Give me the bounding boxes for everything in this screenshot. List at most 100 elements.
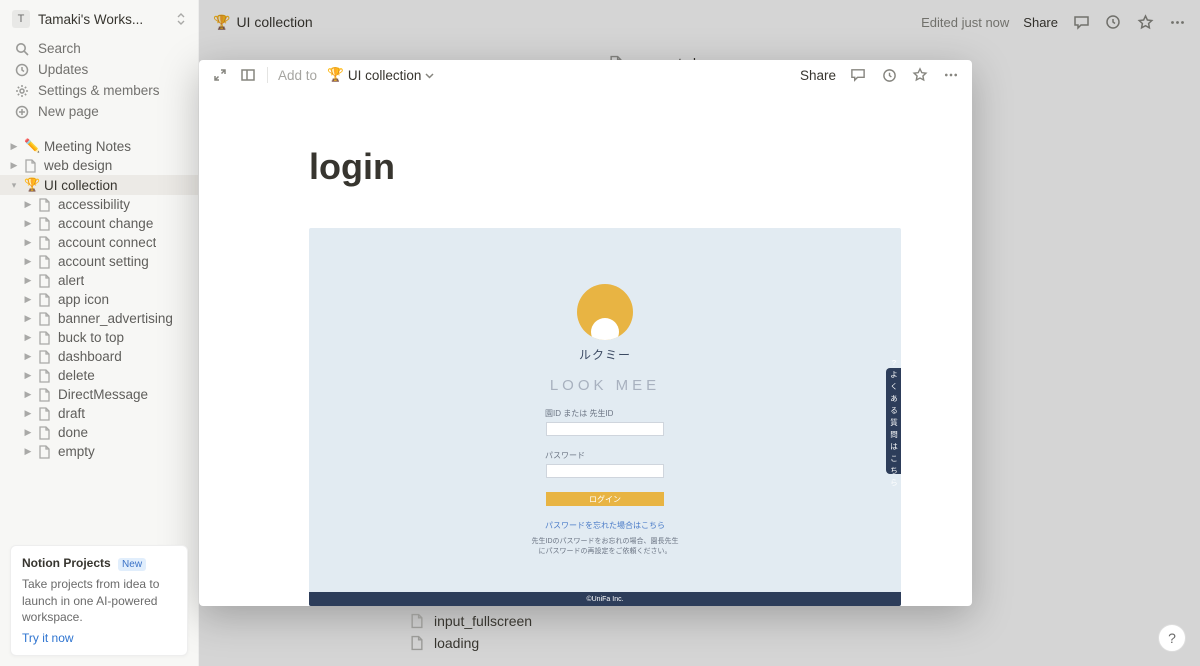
triangle-right-icon[interactable]: ▶ [22,351,34,362]
page-icon [38,255,54,269]
triangle-down-icon[interactable]: ▾ [8,180,20,191]
list-item[interactable]: input_fullscreen [410,610,532,632]
sidebar-updates-label: Updates [38,62,88,77]
tree-label: DirectMessage [58,387,148,402]
comment-icon[interactable] [849,66,867,84]
tree-item[interactable]: ▶ app icon [0,290,198,309]
tree-item[interactable]: ▶ buck to top [0,328,198,347]
forgot-password-link[interactable]: パスワードを忘れた場合はこちら [545,520,665,531]
modal-page-title[interactable]: login [309,146,972,188]
triangle-right-icon[interactable]: ▶ [22,256,34,267]
triangle-right-icon[interactable]: ▶ [8,141,20,152]
page-icon [38,445,54,459]
separator [267,67,268,83]
triangle-right-icon[interactable]: ▶ [22,389,34,400]
tree-item[interactable]: ▶ banner_advertising [0,309,198,328]
list-item[interactable]: loading [410,632,532,654]
tree-label: account connect [58,235,156,250]
list-label: loading [434,635,479,651]
page-icon [38,198,54,212]
tree-label: accessibility [58,197,130,212]
triangle-right-icon[interactable]: ▶ [22,199,34,210]
tree-item[interactable]: ▶ accessibility [0,195,198,214]
tree-item-ui-collection[interactable]: ▾ 🏆 UI collection [0,175,198,195]
destination-name: UI collection [348,68,422,83]
expand-icon[interactable] [211,66,229,84]
modal-share-button[interactable]: Share [800,68,836,83]
page-icon [38,293,54,307]
list-label: input_fullscreen [434,613,532,629]
star-icon[interactable] [911,66,929,84]
page-icon [38,369,54,383]
add-to-destination[interactable]: 🏆 UI collection [327,67,434,83]
page-icon [24,159,40,173]
clock-icon [14,63,30,77]
background-page-list-tail: input_fullscreen loading [410,610,532,654]
page-tree: ▶ ✏️ Meeting Notes ▶ web design ▾ 🏆 UI c… [0,136,198,461]
id-input[interactable] [546,422,664,436]
tree-label: Meeting Notes [44,139,131,154]
tree-item[interactable]: ▶ empty [0,442,198,461]
tree-label: dashboard [58,349,122,364]
tree-label: done [58,425,88,440]
tree-item-web-design[interactable]: ▶ web design [0,156,198,175]
workspace-avatar: T [12,10,30,28]
sidebar-new-page[interactable]: New page [0,101,198,122]
sidebar-search[interactable]: Search [0,38,198,59]
tree-item[interactable]: ▶ DirectMessage [0,385,198,404]
sidebar-updates[interactable]: Updates [0,59,198,80]
screenshot-login: ルクミー LOOK MEE 園ID または 先生ID パスワード ログイン パス… [309,228,901,606]
tree-item[interactable]: ▶ account connect [0,233,198,252]
triangle-right-icon[interactable]: ▶ [22,237,34,248]
workspace-switcher[interactable]: T Tamaki's Works... [0,0,198,38]
more-icon[interactable] [942,66,960,84]
page-icon [38,331,54,345]
triangle-right-icon[interactable]: ▶ [22,427,34,438]
chevron-down-icon [425,71,434,80]
page-icon [38,407,54,421]
tree-item[interactable]: ▶ draft [0,404,198,423]
triangle-right-icon[interactable]: ▶ [22,313,34,324]
promo-desc: Take projects from idea to launch in one… [22,576,176,625]
tree-item[interactable]: ▶ dashboard [0,347,198,366]
triangle-right-icon[interactable]: ▶ [8,160,20,171]
tree-label: draft [58,406,85,421]
triangle-right-icon[interactable]: ▶ [22,218,34,229]
password-input[interactable] [546,464,664,478]
field-label-id: 園ID または 先生ID [545,408,613,419]
tree-label: banner_advertising [58,311,173,326]
tree-label: app icon [58,292,109,307]
triangle-right-icon[interactable]: ▶ [22,370,34,381]
tree-item[interactable]: ▶delete [0,366,198,385]
triangle-right-icon[interactable]: ▶ [22,446,34,457]
promo-cta[interactable]: Try it now [22,631,176,645]
tree-label: web design [44,158,112,173]
login-footer: ©UniFa Inc. [309,592,901,606]
tree-item[interactable]: ▶ done [0,423,198,442]
workspace-name: Tamaki's Works... [38,12,168,27]
page-icon [38,236,54,250]
sidebar-settings[interactable]: Settings & members [0,80,198,101]
triangle-right-icon[interactable]: ▶ [22,408,34,419]
sidebar-new-page-label: New page [38,104,99,119]
triangle-right-icon[interactable]: ▶ [22,294,34,305]
triangle-right-icon[interactable]: ▶ [22,275,34,286]
tree-item[interactable]: ▶alert [0,271,198,290]
logo-wordmark: LOOK MEE [550,377,660,394]
plus-circle-icon [14,105,30,119]
peek-mode-icon[interactable] [239,66,257,84]
tree-item-meeting-notes[interactable]: ▶ ✏️ Meeting Notes [0,136,198,156]
gear-icon [14,84,30,98]
faq-tab[interactable]: ? よくある質問はこちら [886,368,901,474]
triangle-right-icon[interactable]: ▶ [22,332,34,343]
tree-label: empty [58,444,95,459]
login-button[interactable]: ログイン [546,492,664,506]
page-icon [410,635,426,651]
tree-item[interactable]: ▶account setting [0,252,198,271]
help-button[interactable]: ? [1158,624,1186,652]
promo-card: Notion Projects New Take projects from i… [10,545,188,656]
sidebar-search-label: Search [38,41,81,56]
tree-item[interactable]: ▶account change [0,214,198,233]
clock-icon[interactable] [880,66,898,84]
tree-label: buck to top [58,330,124,345]
